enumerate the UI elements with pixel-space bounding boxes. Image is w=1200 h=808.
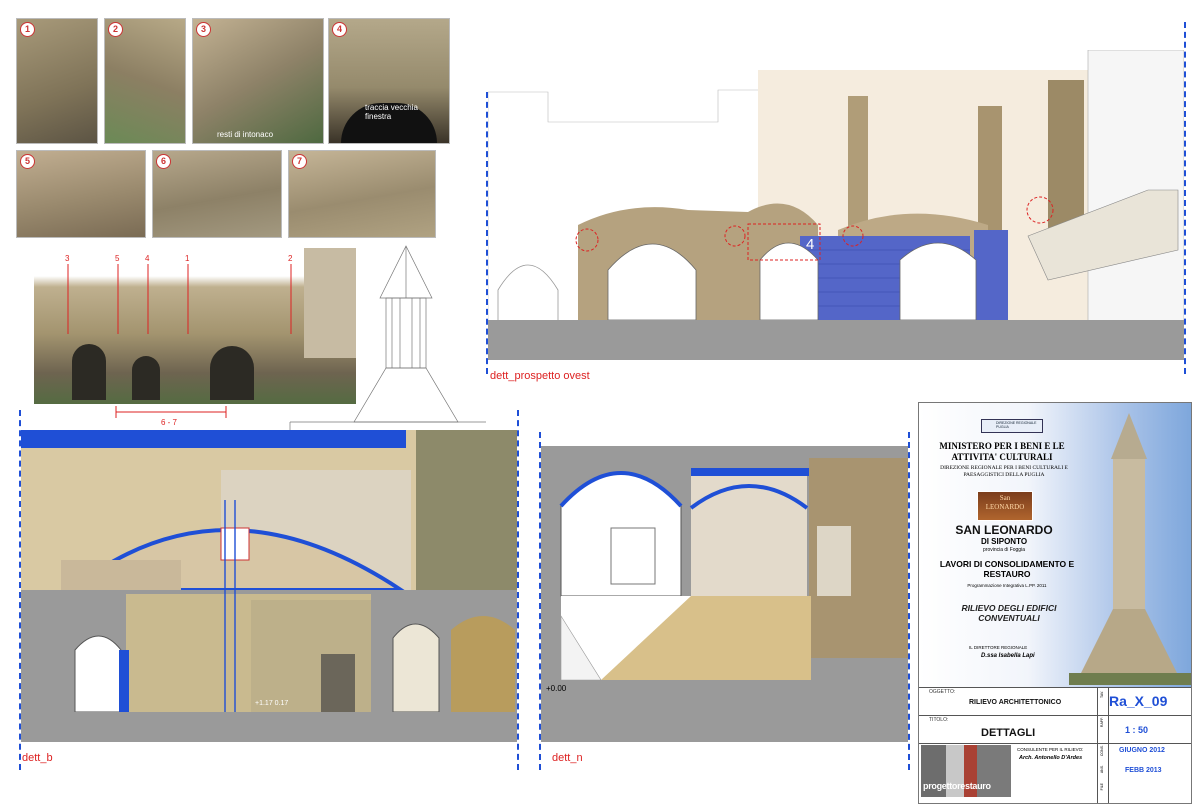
photo-3: 3 resti di intonaco bbox=[192, 18, 324, 144]
photo-note: traccia vecchia finestra bbox=[365, 103, 418, 121]
prospetto-ovest-caption: dett_prospetto ovest bbox=[490, 370, 590, 382]
section-cut-line bbox=[517, 410, 519, 770]
ministry-badge-text: DIREZIONE REGIONALE PUGLIA bbox=[996, 421, 1037, 429]
photo-number: 7 bbox=[292, 154, 307, 169]
side-label: RAPP. bbox=[1100, 717, 1104, 728]
subject-title: RILIEVO DEGLI EDIFICI CONVENTUALI bbox=[961, 603, 1057, 623]
tb-divider bbox=[919, 743, 1191, 744]
side-label: FILE bbox=[1100, 783, 1104, 791]
program-note: Programmazione Integrativa L.PP. 2011 bbox=[967, 583, 1047, 588]
consultant-role: CONSULENTE PER IL RILIEVO: bbox=[1017, 747, 1084, 752]
tb-firm-logo: progettorestauro bbox=[921, 745, 1011, 797]
photo-4: 4 traccia vecchia finestra bbox=[328, 18, 450, 144]
site-logo: San LEONARDO bbox=[977, 491, 1033, 521]
side-label: ANS. bbox=[1100, 765, 1104, 774]
photo-number: 3 bbox=[196, 22, 211, 37]
works-title: LAVORI DI CONSOLIDAMENTO E RESTAURO bbox=[939, 559, 1075, 579]
titolo-label: TITOLO: bbox=[929, 717, 949, 723]
marker-label: 1 bbox=[185, 254, 190, 263]
oggetto-value: RILIEVO ARCHITETTONICO bbox=[969, 699, 1062, 706]
prospetto-ovest-drawing bbox=[488, 50, 1184, 360]
tb-date-2: FEBB 2013 bbox=[1125, 767, 1162, 774]
site-subtitle: DI SIPONTO bbox=[980, 537, 1028, 546]
photo-7: 7 bbox=[288, 150, 436, 238]
province: provincia di Foggia bbox=[983, 547, 1025, 553]
title-block: DIREZIONE REGIONALE PUGLIA MINISTERO PER… bbox=[918, 402, 1192, 804]
tb-side-labels: TAV. RAPP. CONS. ANS. FILE bbox=[1097, 687, 1109, 803]
direction-name: DIREZIONE REGIONALE PER I BENI CULTURALI… bbox=[940, 465, 1068, 478]
level-label: +1.17 0.17 bbox=[255, 700, 289, 707]
oggetto-label: OGGETTO: bbox=[929, 689, 956, 695]
tb-date-1: GIUGNO 2012 bbox=[1119, 747, 1165, 754]
marker-label: 5 bbox=[115, 254, 120, 263]
director-role: IL DIRETTORE REGIONALE bbox=[969, 645, 1028, 650]
dett-n-caption: dett_n bbox=[552, 752, 583, 764]
tb-code: Ra_X_09 bbox=[1109, 693, 1168, 709]
tb-oggetto-cell: OGGETTO: RILIEVO ARCHITETTONICO bbox=[919, 687, 1098, 715]
photo-2: 2 bbox=[104, 18, 186, 144]
photo-6: 6 bbox=[152, 150, 282, 238]
photo-1: 1 bbox=[16, 18, 98, 144]
consultant-name: Arch. Antonello D'Ardes bbox=[1019, 755, 1083, 761]
tb-titolo-cell: TITOLO: DETTAGLI bbox=[919, 715, 1098, 743]
photo-number: 4 bbox=[332, 22, 347, 37]
tower-outline-drawing bbox=[289, 245, 486, 448]
section-cut-line bbox=[908, 432, 910, 770]
site-logo-text: San LEONARDO bbox=[985, 494, 1025, 511]
dett-b-drawing bbox=[21, 430, 517, 742]
marker-label: 3 bbox=[65, 254, 70, 263]
photo-number: 1 bbox=[20, 22, 35, 37]
photo-5: 5 bbox=[16, 150, 146, 238]
elevation-marker-4: 4 bbox=[806, 236, 815, 253]
range-label: 6 - 7 bbox=[161, 418, 178, 427]
ministry-badge: DIREZIONE REGIONALE PUGLIA bbox=[981, 419, 1043, 433]
director-name: D.ssa Isabella Lapi bbox=[981, 653, 1035, 659]
site-title: SAN LEONARDO bbox=[955, 523, 1053, 537]
side-label: TAV. bbox=[1100, 691, 1104, 698]
photo-number: 6 bbox=[156, 154, 171, 169]
marker-label: 4 bbox=[145, 254, 150, 263]
photo-number: 5 bbox=[20, 154, 35, 169]
ministry-name: MINISTERO PER I BENI E LE ATTIVITA' CULT… bbox=[939, 441, 1065, 462]
titolo-value: DETTAGLI bbox=[981, 727, 1036, 739]
dett-n-drawing bbox=[541, 446, 908, 742]
panorama-markers bbox=[67, 264, 292, 418]
firm-name: progettorestauro bbox=[923, 781, 991, 791]
section-cut-line bbox=[1184, 22, 1186, 374]
tb-scale: 1 : 50 bbox=[1125, 725, 1149, 735]
level-label: +0.00 bbox=[546, 684, 567, 693]
photo-note: resti di intonaco bbox=[217, 130, 274, 139]
dett-b-caption: dett_b bbox=[22, 752, 53, 764]
side-label: CONS. bbox=[1100, 745, 1104, 757]
photo-number: 2 bbox=[108, 22, 123, 37]
